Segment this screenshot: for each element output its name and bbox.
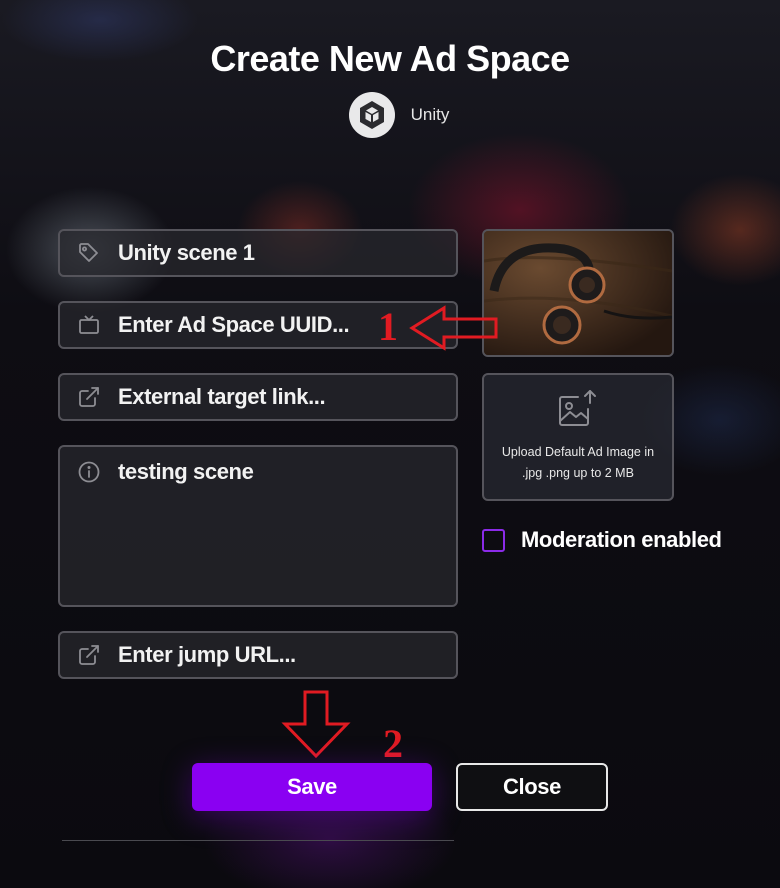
upload-caption-line1: Upload Default Ad Image in <box>501 445 655 459</box>
annotation-step-1: 1 <box>378 304 398 349</box>
headphones-photo <box>484 231 672 355</box>
jump-url-placeholder: Enter jump URL... <box>118 642 296 667</box>
unity-logo-icon <box>348 92 395 138</box>
save-button[interactable]: Save <box>192 763 432 811</box>
external-target-link-field[interactable]: External target link... <box>58 373 458 421</box>
annotation-step-2: 2 <box>383 721 403 766</box>
annotation-arrow-down-icon <box>281 690 351 759</box>
upload-caption: Upload Default Ad Image in .jpg .png up … <box>502 442 654 484</box>
ad-space-uuid-placeholder: Enter Ad Space UUID... <box>118 312 350 337</box>
external-link-icon <box>76 642 102 668</box>
divider <box>62 840 454 841</box>
dialog-title: Create New Ad Space <box>210 38 570 79</box>
engine-badge: Unity <box>0 92 780 138</box>
description-value: testing scene <box>118 459 254 484</box>
annotation-arrow-left-icon <box>409 305 498 351</box>
ad-space-uuid-field[interactable]: Enter Ad Space UUID... <box>58 301 458 349</box>
engine-name: Unity <box>410 105 450 124</box>
ad-image-preview[interactable] <box>482 229 674 357</box>
moderation-checkbox[interactable] <box>482 528 505 552</box>
moderation-label: Moderation enabled <box>521 527 722 552</box>
upload-image-dropzone[interactable]: Upload Default Ad Image in .jpg .png up … <box>482 373 674 501</box>
close-button[interactable]: Close <box>456 763 608 811</box>
external-target-link-placeholder: External target link... <box>118 384 326 409</box>
jump-url-field[interactable]: Enter jump URL... <box>58 631 458 679</box>
external-link-icon <box>76 384 102 410</box>
ad-space-name-value: Unity scene 1 <box>118 240 255 265</box>
image-upload-icon <box>556 389 600 434</box>
moderation-toggle[interactable]: Moderation enabled <box>482 527 722 553</box>
tv-icon <box>76 312 102 338</box>
upload-caption-line2: .jpg .png up to 2 MB <box>522 466 634 480</box>
info-icon <box>76 459 102 485</box>
description-textarea[interactable]: testing scene <box>58 445 458 607</box>
tag-icon <box>76 240 102 266</box>
ad-space-name-field[interactable]: Unity scene 1 <box>58 229 458 277</box>
